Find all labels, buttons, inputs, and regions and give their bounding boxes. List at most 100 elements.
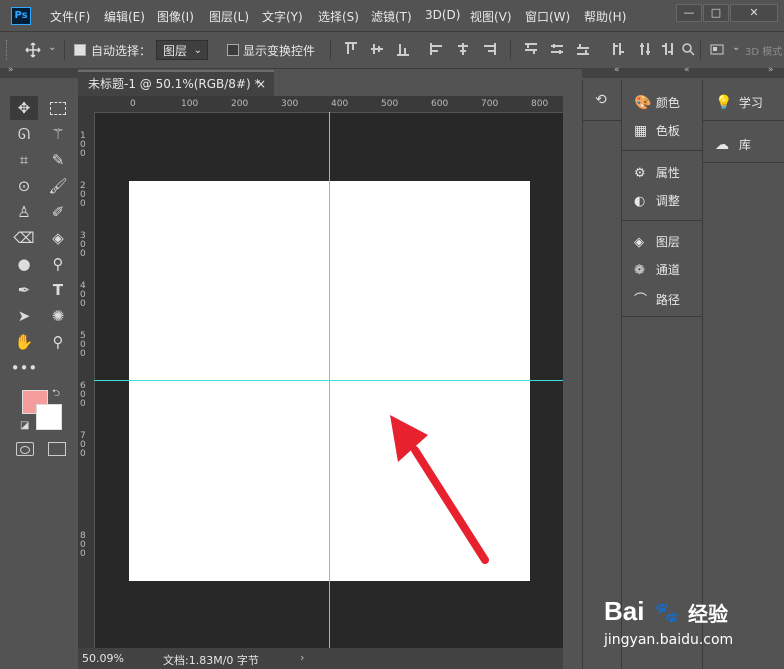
align-to-chevron-icon[interactable]: ⌄ [732,42,740,53]
align-right-icon[interactable] [482,42,496,56]
lasso-tool-icon[interactable]: ᘏ [10,122,38,146]
move-tool-icon[interactable] [24,42,42,58]
distribute-right-icon[interactable] [660,42,674,56]
status-menu-chevron-icon[interactable]: › [300,651,304,664]
hand-tool-icon[interactable]: ✋ [10,330,38,354]
ruler-label: 800 [531,99,549,109]
pen-tool-icon[interactable]: ✒ [10,278,38,302]
document-tab[interactable]: 未标题-1 @ 50.1%(RGB/8#) * × [78,70,274,96]
separator [330,40,331,60]
menu-bar: Ps 文件(F) 编辑(E) 图像(I) 图层(L) 文字(Y) 选择(S) 滤… [0,0,784,30]
panel-label: 库 [738,138,751,152]
panel-dock-narrow: ⟲ [582,80,621,669]
align-hcenter-icon[interactable] [456,42,470,56]
background-color-swatch[interactable] [36,404,62,430]
more-tools-icon[interactable]: ••• [10,356,38,380]
zoom-level[interactable]: 50.09% [82,652,124,665]
horizontal-ruler[interactable]: 0 100 200 300 400 500 600 700 800 [78,96,563,113]
menu-file[interactable]: 文件(F) [50,8,90,25]
menu-layer[interactable]: 图层(L) [209,8,249,25]
marquee-tool-icon[interactable] [44,96,72,120]
healing-brush-tool-icon[interactable]: ⊙ [10,174,38,198]
distribute-left-icon[interactable] [612,42,626,56]
vertical-ruler[interactable]: 100 200 300 400 500 600 700 800 [78,112,95,648]
menu-help[interactable]: 帮助(H) [584,8,626,25]
menu-image[interactable]: 图像(I) [157,8,194,25]
quick-mask-icon[interactable] [16,442,34,456]
document-info[interactable]: 文档:1.83M/0 字节 [163,652,259,668]
path-selection-tool-icon[interactable]: ➤ [10,304,38,328]
mode-3d-label: 3D 模式： [745,47,784,58]
crop-tool-icon[interactable]: ⌗ [10,148,38,172]
show-transform-checkbox[interactable] [227,44,239,56]
eraser-tool-icon[interactable]: ⌫ [10,226,38,250]
document-tab-title: 未标题-1 @ 50.1%(RGB/8#) * [88,77,261,91]
align-to-icon[interactable] [710,42,724,56]
panel-swatches[interactable]: ▦ 色板 [634,122,680,139]
default-colors-icon[interactable]: ◪ [20,420,29,431]
align-top-icon[interactable] [344,42,358,56]
magic-wand-tool-icon[interactable]: ⚚ [44,122,72,146]
panel-layers[interactable]: ◈ 图层 [634,233,680,250]
toolbox-collapse-strip[interactable]: » [0,65,78,78]
paint-bucket-tool-icon[interactable]: ◈ [44,226,72,250]
panel-paths[interactable]: ⌒ 路径 [634,289,680,308]
screen-mode-icon[interactable] [48,442,66,456]
baidu-watermark: Bai 🐾 经验 jingyan.baidu.com [604,596,764,656]
menu-3d[interactable]: 3D(D) [425,8,460,22]
close-window-button[interactable]: ✕ [730,4,778,22]
distribute-top-icon[interactable] [524,42,538,56]
menu-edit[interactable]: 编辑(E) [104,8,145,25]
maximize-button[interactable]: □ [703,4,729,22]
auto-select-checkbox[interactable] [74,44,86,56]
panel-color[interactable]: 🎨 颜色 [634,94,680,111]
clone-stamp-tool-icon[interactable]: ♙ [10,200,38,224]
type-tool-icon[interactable]: T [44,278,72,302]
panel-learn[interactable]: 💡 学习 [715,94,763,111]
panel-libraries[interactable]: ☁ 库 [715,136,751,153]
distribute-vcenter-icon[interactable] [550,42,564,56]
auto-select-label: 自动选择： [91,44,152,58]
zoom-tool-icon[interactable]: ⚲ [44,330,72,354]
minimize-button[interactable]: — [676,4,702,22]
close-tab-icon[interactable]: × [256,72,266,96]
distribute-spacing-icon[interactable] [681,42,695,56]
layer-select-dropdown[interactable]: 图层 ⌄ [156,40,208,60]
ruler-label: 400 [331,99,349,109]
menu-select[interactable]: 选择(S) [318,8,359,25]
align-vcenter-icon[interactable] [370,42,384,56]
options-grip[interactable] [6,40,11,60]
dodge-tool-icon[interactable]: ⚲ [44,252,72,276]
menu-type[interactable]: 文字(Y) [262,8,303,25]
panels-collapse-strip[interactable]: « « » [582,65,784,78]
ruler-label: 600 [80,381,86,409]
panel-adjustments[interactable]: ◐ 调整 [634,192,680,209]
align-left-icon[interactable] [430,42,444,56]
divider [622,220,702,221]
swap-colors-icon[interactable]: ⮌ [52,386,60,403]
history-icon[interactable]: ⟲ [595,92,607,108]
horizontal-guide[interactable] [94,380,563,381]
menu-window[interactable]: 窗口(W) [525,8,570,25]
distribute-hcenter-icon[interactable] [638,42,652,56]
distribute-bottom-icon[interactable] [576,42,590,56]
menu-filter[interactable]: 滤镜(T) [371,8,412,25]
brush-tool-icon[interactable]: 🖌 [44,174,72,198]
history-brush-tool-icon[interactable]: ✐ [44,200,72,224]
divider [622,316,702,317]
panel-channels[interactable]: ❁ 通道 [634,261,680,278]
align-bottom-icon[interactable] [396,42,410,56]
properties-icon: ⚙ [634,166,646,181]
ruler-label: 800 [80,531,86,559]
dropdown-chevron-icon: ⌄ [193,45,202,56]
annotation-arrow [390,415,489,564]
move-tool-icon[interactable]: ✥ [10,96,38,120]
ruler-label: 0 [130,99,136,109]
custom-shape-tool-icon[interactable]: ✺ [44,304,72,328]
tool-preset-chevron-icon[interactable]: ⌄ [48,42,56,53]
panel-properties[interactable]: ⚙ 属性 [634,164,680,181]
menu-view[interactable]: 视图(V) [470,8,512,25]
eyedropper-tool-icon[interactable]: ✎ [44,148,72,172]
blur-tool-icon[interactable]: ● [10,252,38,276]
panel-label: 路径 [655,293,680,307]
